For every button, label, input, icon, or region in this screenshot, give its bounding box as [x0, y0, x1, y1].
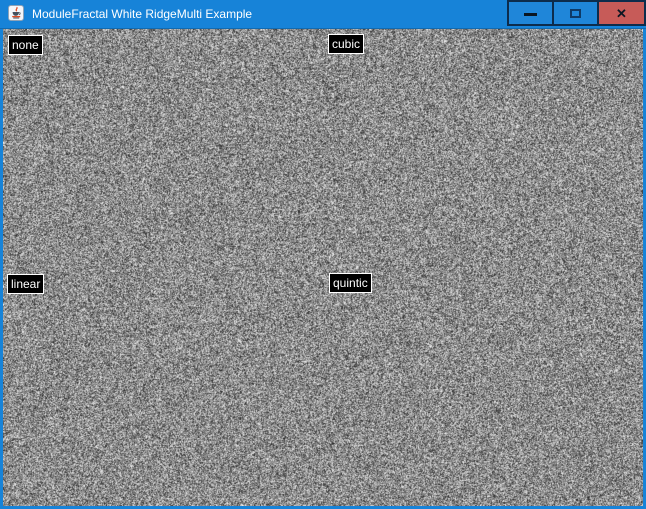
close-button[interactable]: ✕	[597, 0, 646, 26]
java-coffee-cup-icon	[8, 5, 24, 21]
noise-render-canvas	[3, 29, 643, 506]
application-window: ModuleFractal White RidgeMulti Example ✕…	[0, 0, 646, 509]
close-icon: ✕	[616, 7, 627, 20]
client-area: none cubic linear quintic	[3, 29, 643, 506]
interp-label-none: none	[8, 35, 43, 55]
window-title: ModuleFractal White RidgeMulti Example	[32, 0, 252, 28]
window-controls: ✕	[507, 0, 646, 26]
interp-label-quintic: quintic	[329, 273, 372, 293]
interp-label-linear: linear	[7, 274, 44, 294]
minimize-icon	[524, 13, 537, 16]
maximize-button[interactable]	[552, 0, 599, 26]
maximize-icon	[570, 9, 581, 18]
titlebar[interactable]: ModuleFractal White RidgeMulti Example ✕	[0, 0, 646, 29]
minimize-button[interactable]	[507, 0, 554, 26]
interp-label-cubic: cubic	[328, 34, 364, 54]
